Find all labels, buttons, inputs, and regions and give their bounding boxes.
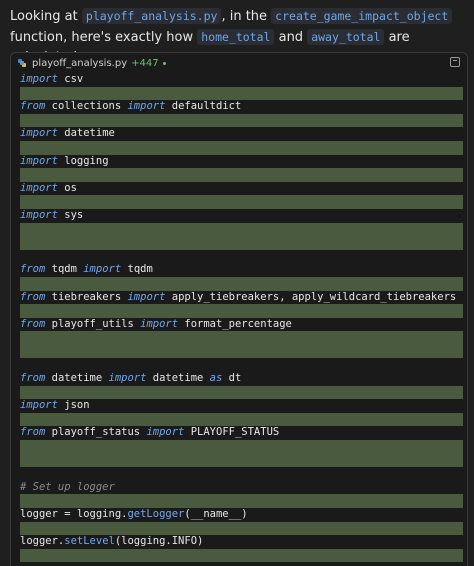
code-keyword: import — [20, 127, 58, 140]
added-code-line — [20, 86, 463, 101]
code-keyword: import — [20, 154, 58, 167]
code-keyword: import — [108, 372, 147, 385]
code-line: import json — [20, 399, 463, 413]
code-token: playoff_status — [45, 426, 147, 439]
code-token: json — [57, 399, 90, 412]
added-code-line — [20, 140, 463, 155]
inline-code-function: create_game_impact_object — [271, 8, 453, 24]
code-token: datetime — [57, 127, 115, 140]
code-keyword: import — [83, 263, 122, 276]
code-keyword: from — [20, 317, 46, 330]
intro-text-1: Looking at — [10, 9, 82, 24]
code-keyword: import — [140, 317, 179, 330]
added-code-line — [20, 195, 463, 209]
code-keyword: as — [209, 372, 223, 385]
code-token: tqdm — [121, 263, 153, 276]
code-line: logger.setLevel(logging.INFO) — [20, 535, 463, 549]
code-token: tqdm — [45, 263, 84, 276]
code-keyword: from — [20, 100, 46, 113]
added-code-line — [20, 548, 463, 563]
code-token: tiebreakers — [45, 290, 128, 303]
code-line: import logging — [20, 155, 463, 169]
code-line: from collections import defaultdict — [20, 100, 463, 114]
code-keyword: from — [20, 263, 46, 276]
added-code-line — [20, 494, 463, 508]
added-code-line — [20, 236, 463, 250]
added-code-line — [20, 440, 463, 454]
code-token: os — [57, 181, 77, 194]
code-keyword: import — [146, 426, 185, 439]
code-line: from datetime import datetime as dt — [20, 372, 463, 386]
code-keyword: import — [127, 290, 166, 303]
code-token: playoff_utils — [45, 317, 141, 330]
diff-count: +447 — [131, 57, 159, 69]
code-token: logger = logging. — [20, 508, 128, 520]
code-function-name: getLogger — [127, 508, 185, 520]
file-name[interactable]: playoff_analysis.py — [32, 58, 127, 69]
code-token: (__name__) — [184, 508, 248, 520]
code-token: format_percentage — [178, 317, 292, 330]
code-keyword: import — [20, 399, 58, 412]
code-keyword: import — [20, 208, 58, 221]
code-comment: # Set up logger — [20, 480, 115, 493]
added-code-line — [20, 385, 463, 400]
file-header[interactable]: playoff_analysis.py +447 — [11, 53, 467, 73]
modified-dot-icon — [162, 61, 166, 65]
code-line: from tqdm import tqdm — [20, 263, 463, 277]
code-function-name: setLevel — [64, 535, 115, 548]
code-diff-panel: playoff_analysis.py +447 import csv from … — [10, 52, 468, 566]
code-token: logger. — [20, 535, 65, 548]
added-code-line — [20, 113, 463, 128]
code-line: # Set up logger — [20, 481, 463, 495]
code-token: dt — [222, 372, 242, 385]
code-token: PLAYOFF_STATUS — [184, 426, 280, 439]
added-code-line — [20, 276, 463, 291]
inline-code-away-total: away_total — [307, 29, 385, 45]
added-code-line — [20, 331, 463, 345]
added-code-line — [20, 412, 463, 427]
intro-text-4: and — [274, 30, 308, 45]
code-keyword: from — [20, 290, 46, 303]
code-keyword: from — [20, 426, 46, 439]
code-keyword: from — [20, 372, 46, 385]
code-line: import sys — [20, 209, 463, 223]
code-line: import csv — [20, 73, 463, 87]
added-code-line — [20, 521, 463, 536]
inline-code-home-total: home_total — [197, 29, 275, 45]
inline-code-filename: playoff_analysis.py — [81, 8, 222, 24]
code-token: apply_tiebreakers, apply_wildcard_tiebre… — [165, 290, 457, 303]
python-file-icon — [17, 58, 27, 68]
code-block: import csv from collections import defaul… — [11, 73, 467, 563]
code-line: import datetime — [20, 127, 463, 141]
code-token: sys — [57, 208, 84, 221]
code-line: from playoff_utils import format_percent… — [20, 318, 463, 332]
expand-icon[interactable] — [450, 57, 460, 67]
intro-text-3: function, here's exactly how — [10, 30, 198, 45]
code-line: from tiebreakers import apply_tiebreaker… — [20, 291, 463, 305]
code-keyword: import — [20, 73, 58, 85]
code-line: from playoff_status import PLAYOFF_STATU… — [20, 426, 463, 440]
added-code-line — [20, 344, 463, 359]
added-code-line — [20, 453, 463, 468]
code-keyword: import — [20, 181, 58, 194]
code-token: collections — [45, 100, 128, 113]
code-token: (logging.INFO) — [114, 535, 204, 548]
added-code-line — [20, 168, 463, 182]
intro-text-2: , in the — [221, 9, 272, 24]
code-token: datetime — [146, 372, 210, 385]
code-token: datetime — [45, 372, 109, 385]
code-line: import os — [20, 182, 463, 196]
added-code-line — [20, 304, 463, 318]
code-token: logging — [57, 154, 109, 167]
code-keyword: import — [127, 100, 166, 113]
code-token: csv — [57, 73, 84, 85]
code-token: defaultdict — [165, 100, 242, 113]
code-line: logger = logging.getLogger(__name__) — [20, 508, 463, 522]
added-code-line — [20, 222, 463, 237]
